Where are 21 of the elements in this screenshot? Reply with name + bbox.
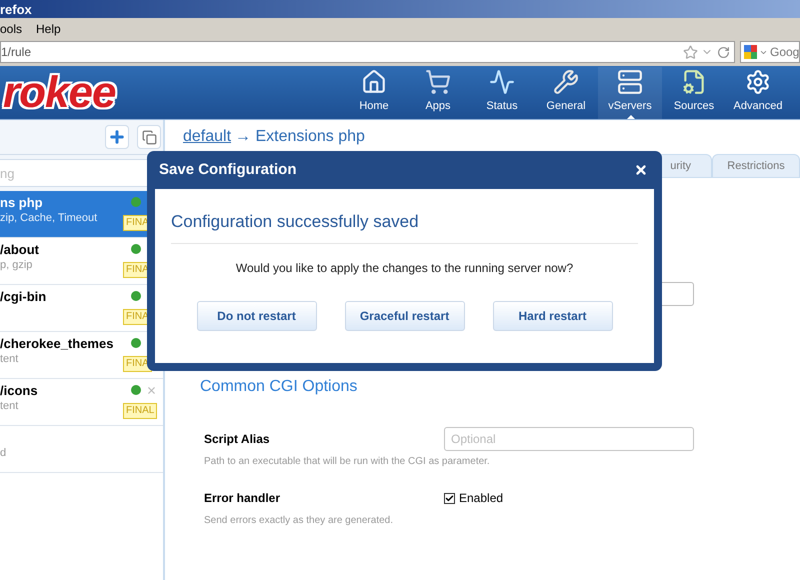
rule-description: tent [0, 399, 20, 414]
logo: rokee [3, 70, 116, 114]
rule-description: p, gzip [0, 258, 34, 273]
rule-description: tent [0, 352, 20, 367]
rule-title: /about [0, 242, 40, 258]
rule-description: zip, Cache, Timeout [0, 211, 98, 226]
final-badge: FINAL [123, 403, 158, 419]
field-hint: Path to an executable that will be run with the CGI as parameter. [204, 455, 491, 469]
rule-title: /icons [0, 383, 39, 399]
dialog-message: Would you like to apply the changes to the running server now? [234, 260, 574, 276]
section-title: Common CGI Options [200, 377, 358, 397]
field-label: Script Alias [204, 431, 271, 448]
window-title: refox [0, 2, 32, 16]
dialog-heading: Configuration successfully saved [171, 209, 638, 244]
rule-description: d [0, 446, 8, 461]
field-label: Error handler [204, 490, 282, 507]
rule-title: /cgi-bin [0, 289, 48, 305]
rule-title: ns php [0, 195, 44, 211]
breadcrumb-current: → Extensions php [235, 127, 365, 147]
rule-title: /cherokee_themes [0, 336, 114, 352]
field-hint: Send errors exactly as they are generated. [204, 514, 394, 528]
